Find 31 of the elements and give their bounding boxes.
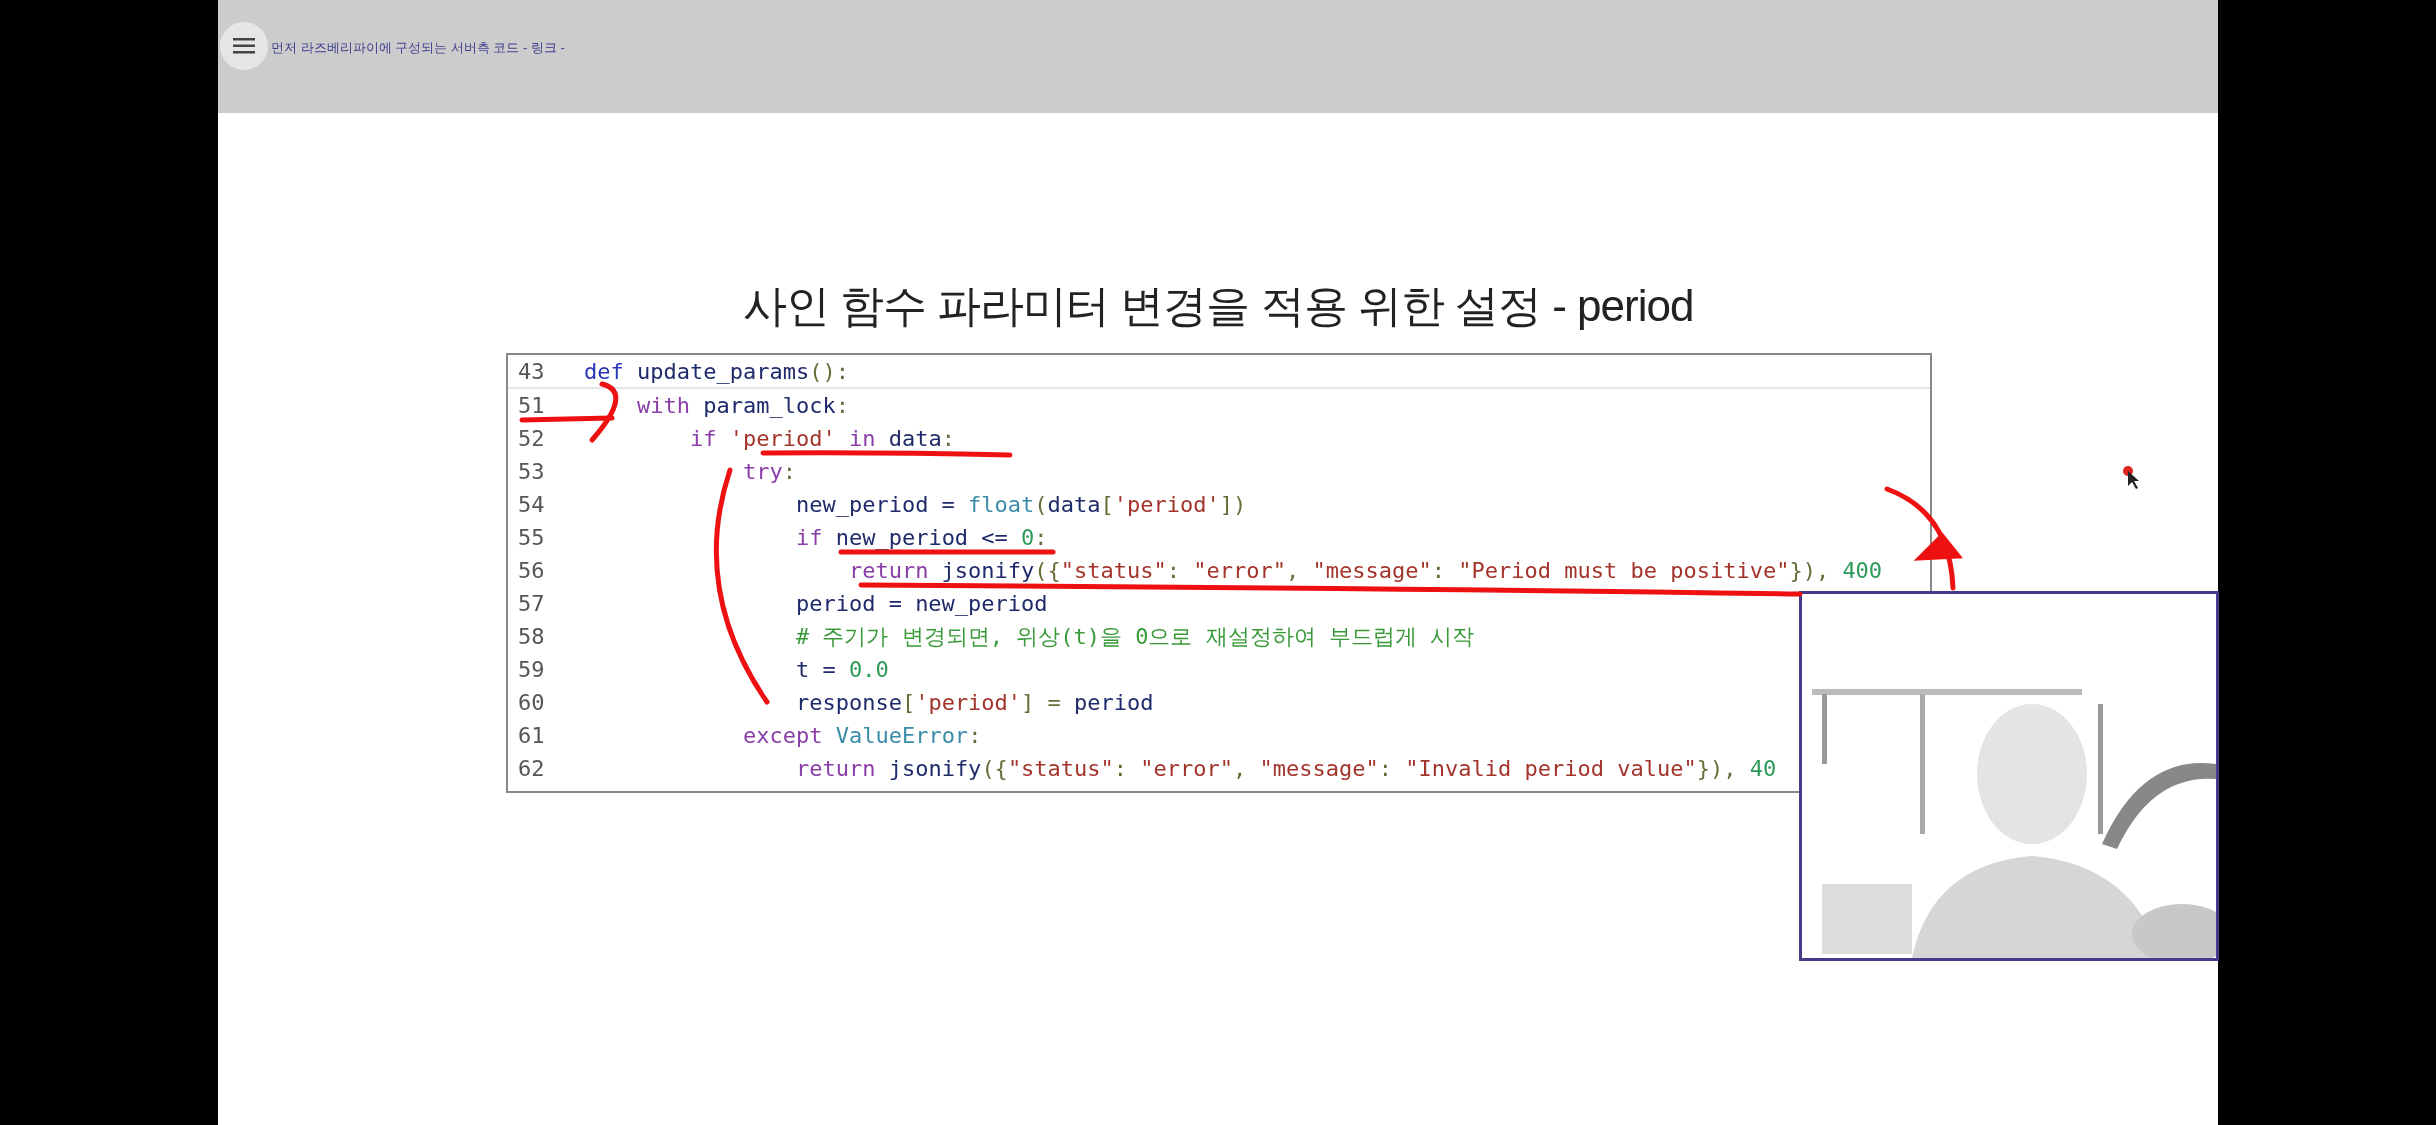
code-line: return jsonify({"status": "error", "message": "Invalid period value"}), 40 xyxy=(794,755,1777,783)
code-line: def update_params(): xyxy=(584,357,849,386)
line-number: 60 xyxy=(517,689,546,717)
line-number: 51 xyxy=(517,392,546,420)
code-line: try: xyxy=(741,458,796,486)
line-number: 57 xyxy=(517,590,546,618)
line-number: 52 xyxy=(517,425,546,453)
code-line: if new_period <= 0: xyxy=(794,524,1048,552)
code-line: new_period = float(data['period']) xyxy=(794,491,1247,519)
line-number: 62 xyxy=(517,755,546,783)
code-line: with param_lock: xyxy=(635,392,849,420)
line-number: 54 xyxy=(517,491,546,519)
code-line: except ValueError: xyxy=(741,722,982,750)
code-line: response['period'] = period xyxy=(794,689,1154,717)
menu-icon xyxy=(233,38,255,54)
slide-title: 사인 함수 파라미터 변경을 적용 위한 설정 - period xyxy=(742,280,1694,332)
line-number: 53 xyxy=(517,458,546,486)
line-number: 56 xyxy=(517,557,546,585)
line-number: 43 xyxy=(517,357,546,386)
menu-button[interactable] xyxy=(220,22,268,70)
line-number: 61 xyxy=(517,722,546,750)
line-number: 58 xyxy=(517,623,546,651)
code-line: if 'period' in data: xyxy=(688,425,955,453)
code-line: t = 0.0 xyxy=(794,656,889,684)
line-number: 59 xyxy=(517,656,546,684)
pointer-icon xyxy=(2123,466,2139,489)
code-line: return jsonify({"status": "error", "message": "Period must be positive"}), 400 xyxy=(847,557,1883,585)
header-title: 먼저 라즈베리파이에 구성되는 서버측 코드 - 링크 - xyxy=(271,39,565,57)
line-number: 55 xyxy=(517,524,546,552)
code-line: period = new_period xyxy=(794,590,1048,618)
code-line: # 주기가 변경되면, 위상(t)을 0으로 재설정하여 부드럽게 시작 xyxy=(794,623,1475,651)
